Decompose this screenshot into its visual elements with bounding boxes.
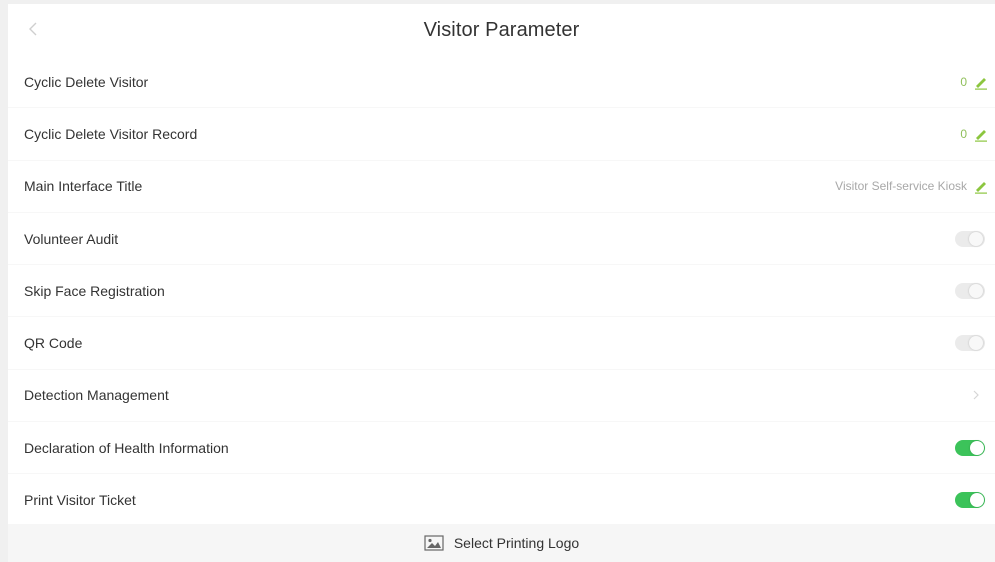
pencil-icon[interactable] [973, 74, 989, 90]
toggle-knob [969, 231, 983, 246]
toggle-knob [970, 493, 984, 508]
header: Visitor Parameter [8, 4, 995, 56]
setting-row-cyclic-delete-visitor[interactable]: Cyclic Delete Visitor 0 [8, 56, 995, 109]
setting-row-cyclic-delete-visitor-record[interactable]: Cyclic Delete Visitor Record 0 [8, 108, 995, 161]
setting-control: 0 [960, 74, 989, 90]
setting-value: Visitor Self-service Kiosk [835, 179, 967, 194]
setting-label: Volunteer Audit [24, 230, 119, 247]
settings-screen: Visitor Parameter Cyclic Delete Visitor … [8, 4, 995, 562]
setting-label: QR Code [24, 335, 83, 352]
volunteer-audit-toggle[interactable] [955, 230, 985, 247]
setting-control: Visitor Self-service Kiosk [835, 178, 989, 194]
qr-code-toggle[interactable] [955, 335, 985, 352]
toggle-knob [969, 336, 983, 351]
toggle-knob [970, 440, 984, 455]
skip-face-registration-toggle[interactable] [955, 282, 985, 299]
select-printing-logo-label: Select Printing Logo [453, 535, 580, 551]
setting-row-volunteer-audit: Volunteer Audit [8, 213, 995, 266]
page-title: Visitor Parameter [423, 19, 580, 41]
select-printing-logo-button[interactable]: Select Printing Logo [8, 524, 995, 562]
setting-label: Cyclic Delete Visitor [24, 73, 149, 90]
setting-value: 0 [960, 74, 967, 89]
health-declaration-toggle[interactable] [955, 439, 985, 456]
toggle-knob [969, 283, 983, 298]
image-icon [424, 535, 444, 551]
setting-control: 0 [960, 126, 989, 142]
pencil-icon[interactable] [973, 126, 989, 142]
setting-row-main-interface-title[interactable]: Main Interface Title Visitor Self-servic… [8, 161, 995, 213]
setting-label: Main Interface Title [24, 178, 143, 195]
chevron-right-icon [973, 390, 979, 400]
setting-label: Skip Face Registration [24, 282, 165, 299]
print-visitor-ticket-toggle[interactable] [955, 492, 985, 509]
setting-label: Declaration of Health Information [24, 439, 229, 456]
setting-row-skip-face-registration: Skip Face Registration [8, 265, 995, 318]
pencil-icon[interactable] [973, 178, 989, 194]
setting-row-qr-code: QR Code [8, 317, 995, 370]
settings-list: Cyclic Delete Visitor 0 Cyclic Delete Vi… [8, 56, 995, 527]
setting-label: Cyclic Delete Visitor Record [24, 125, 198, 142]
setting-row-detection-management[interactable]: Detection Management [8, 370, 995, 423]
setting-label: Print Visitor Ticket [24, 492, 136, 509]
setting-row-declaration-of-health-information: Declaration of Health Information [8, 422, 995, 475]
setting-value: 0 [960, 126, 967, 141]
setting-row-print-visitor-ticket: Print Visitor Ticket [8, 474, 995, 527]
setting-label: Detection Management [24, 387, 169, 404]
